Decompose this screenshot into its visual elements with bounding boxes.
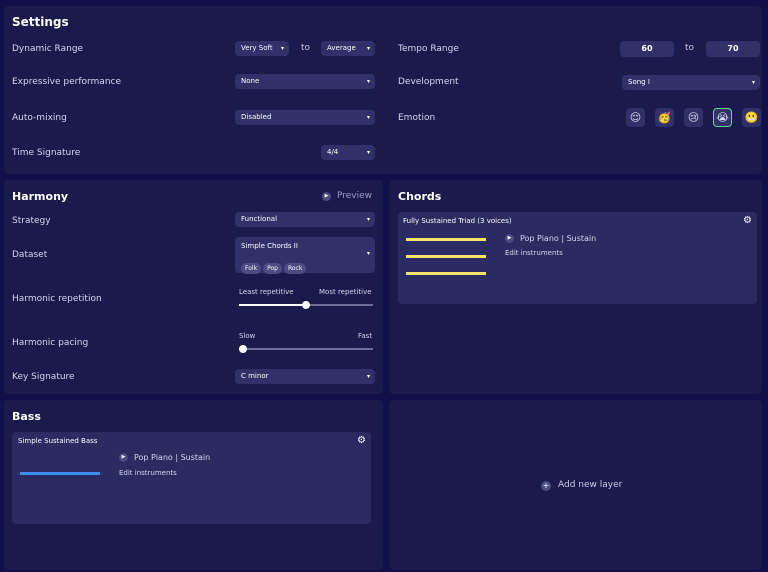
preview-label: Preview	[337, 191, 373, 201]
bass-layer-title: Simple Sustained Bass	[18, 437, 98, 445]
dynamic-range-to-dropdown[interactable]: Average ▾	[321, 41, 375, 56]
dataset-tags: Folk Pop Rock	[241, 255, 308, 274]
pacing-slider[interactable]	[239, 344, 373, 354]
chord-voice-bar	[406, 272, 486, 275]
development-dropdown[interactable]: Song I ▾	[622, 75, 760, 90]
chevron-down-icon: ▾	[366, 149, 370, 156]
settings-panel: Settings Dynamic Range Very Soft ▾ to Av…	[4, 6, 762, 174]
dynamic-range-label: Dynamic Range	[12, 44, 84, 54]
harmony-panel: Harmony ▶ Preview Strategy Functional ▾ …	[4, 180, 383, 394]
expressive-label: Expressive performance	[12, 77, 122, 87]
dynamic-range-from-dropdown[interactable]: Very Soft ▾	[235, 41, 289, 56]
bass-instrument: Pop Piano | Sustain	[134, 453, 211, 462]
dataset-label: Dataset	[12, 250, 48, 260]
dynamic-range-from-value: Very Soft	[241, 44, 273, 52]
expressive-dropdown[interactable]: None ▾	[235, 74, 375, 89]
chord-layer-title: Fully Sustained Triad (3 voices)	[403, 217, 512, 225]
dataset-tag: Folk	[241, 263, 262, 274]
add-layer-label: Add new layer	[558, 480, 623, 490]
chords-title: Chords	[398, 190, 442, 203]
tempo-to-input[interactable]: 70	[706, 41, 760, 57]
chevron-down-icon: ▾	[280, 45, 284, 52]
development-value: Song I	[628, 78, 650, 86]
expressive-value: None	[241, 77, 260, 85]
crying-face-icon[interactable]: 😭	[713, 108, 732, 127]
chevron-down-icon: ▾	[751, 79, 755, 86]
auto-mixing-dropdown[interactable]: Disabled ▾	[235, 110, 375, 125]
key-signature-dropdown[interactable]: C minor ▾	[235, 369, 375, 384]
emotion-label: Emotion	[398, 113, 436, 123]
dynamic-range-to-value: Average	[327, 44, 356, 52]
tempo-to-text: to	[685, 43, 695, 53]
strategy-value: Functional	[241, 215, 278, 223]
settings-title: Settings	[12, 15, 69, 29]
dynamic-range-to-text: to	[301, 43, 311, 53]
chord-instrument: Pop Piano | Sustain	[520, 234, 597, 243]
bass-layer-card[interactable]: Simple Sustained Bass ⚙ ▶ Pop Piano | Su…	[12, 432, 371, 524]
pacing-label: Harmonic pacing	[12, 338, 89, 348]
dataset-tag: Pop	[263, 263, 282, 274]
play-icon[interactable]: ▶	[119, 453, 128, 462]
key-signature-value: C minor	[241, 372, 269, 380]
chevron-down-icon: ▾	[366, 373, 370, 380]
bass-voice-bar	[20, 472, 100, 475]
tempo-range-label: Tempo Range	[398, 44, 459, 54]
play-icon: ▶	[322, 192, 331, 201]
party-face-icon[interactable]: 🥳	[655, 108, 674, 127]
content-face-icon[interactable]: 😌	[626, 108, 645, 127]
bass-title: Bass	[12, 410, 41, 423]
sad-face-icon[interactable]: 😢	[684, 108, 703, 127]
repetition-slider-fill	[239, 304, 306, 306]
chord-edit-instruments-link[interactable]: Edit instruments	[505, 249, 563, 257]
repetition-label: Harmonic repetition	[12, 294, 102, 304]
time-signature-dropdown[interactable]: 4/4 ▾	[321, 145, 375, 160]
plus-icon: +	[541, 481, 551, 491]
auto-mixing-value: Disabled	[241, 113, 272, 121]
harmony-title: Harmony	[12, 190, 69, 203]
chevron-down-icon: ▾	[366, 250, 370, 257]
repetition-min-label: Least repetitive	[239, 288, 294, 296]
pacing-max-label: Fast	[358, 332, 373, 340]
dataset-value: Simple Chords II	[241, 242, 298, 250]
chevron-down-icon: ▾	[366, 45, 370, 52]
dataset-tag: Rock	[283, 263, 307, 274]
repetition-slider[interactable]	[239, 300, 373, 310]
chevron-down-icon: ▾	[366, 78, 370, 85]
repetition-max-label: Most repetitive	[319, 288, 372, 296]
chord-voice-bar	[406, 238, 486, 241]
repetition-slider-thumb[interactable]	[302, 301, 310, 309]
chevron-down-icon: ▾	[366, 216, 370, 223]
add-layer-panel[interactable]: + Add new layer	[389, 400, 762, 570]
chords-panel: Chords Fully Sustained Triad (3 voices) …	[389, 180, 762, 394]
chevron-down-icon: ▾	[366, 114, 370, 121]
bass-edit-instruments-link[interactable]: Edit instruments	[119, 469, 177, 477]
auto-mixing-label: Auto-mixing	[12, 113, 67, 123]
development-label: Development	[398, 77, 459, 87]
tempo-from-input[interactable]: 60	[620, 41, 674, 57]
chord-layer-card[interactable]: Fully Sustained Triad (3 voices) ⚙ ▶ Pop…	[398, 212, 757, 304]
chord-voice-bar	[406, 255, 486, 258]
dataset-dropdown[interactable]: Simple Chords II Folk Pop Rock ▾	[235, 237, 375, 274]
gear-icon[interactable]: ⚙	[743, 215, 752, 226]
gear-icon[interactable]: ⚙	[357, 435, 366, 446]
grimace-face-icon[interactable]: 😬	[742, 108, 761, 127]
pacing-min-label: Slow	[239, 332, 256, 340]
play-icon[interactable]: ▶	[505, 234, 514, 243]
bass-panel: Bass Simple Sustained Bass ⚙ ▶ Pop Piano…	[4, 400, 383, 570]
strategy-dropdown[interactable]: Functional ▾	[235, 212, 375, 227]
strategy-label: Strategy	[12, 216, 51, 226]
pacing-slider-track	[239, 348, 373, 350]
pacing-slider-thumb[interactable]	[239, 345, 247, 353]
time-signature-label: Time Signature	[12, 148, 81, 158]
time-signature-value: 4/4	[327, 148, 339, 156]
key-signature-label: Key Signature	[12, 372, 75, 382]
